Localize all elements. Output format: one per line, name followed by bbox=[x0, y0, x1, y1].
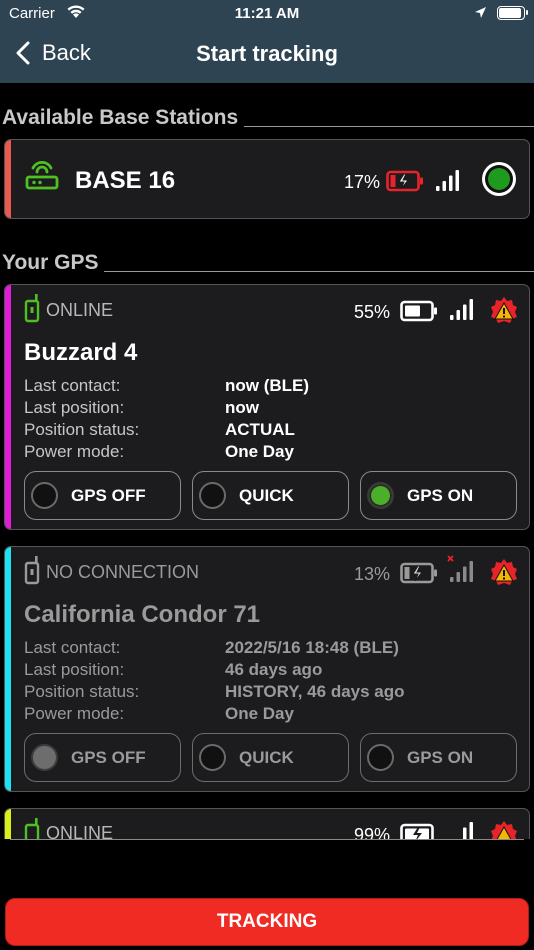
navigation-bar: Back Start tracking bbox=[0, 28, 534, 83]
section-header-your-gps: Your GPS bbox=[2, 251, 534, 275]
info-label: Last position: bbox=[24, 398, 125, 417]
gps-name: Buzzard 4 bbox=[24, 339, 138, 366]
info-label: Last contact: bbox=[24, 638, 121, 657]
info-row-last-position: Last position: now bbox=[24, 397, 504, 419]
gps-mode-buttons: GPS OFF QUICK GPS ON bbox=[24, 733, 517, 782]
battery-percent: 13% bbox=[354, 564, 391, 584]
info-label: Power mode: bbox=[24, 442, 125, 461]
signal-strength-icon bbox=[435, 168, 461, 197]
section-title: Available Base Stations bbox=[2, 106, 239, 129]
connection-status: NO CONNECTION bbox=[46, 562, 199, 582]
connection-status: ONLINE bbox=[46, 300, 114, 320]
radio-selected-icon bbox=[367, 482, 394, 509]
gps-card[interactable]: ONLINE 55% Buzzard 4 Last contact: now (B… bbox=[4, 284, 530, 530]
signal-no-connection-icon bbox=[446, 554, 476, 589]
card-stripe bbox=[5, 285, 11, 529]
list-bottom-divider bbox=[10, 839, 524, 840]
gps-off-button[interactable]: GPS OFF bbox=[24, 733, 181, 782]
button-label: GPS OFF bbox=[71, 485, 146, 505]
radio-icon bbox=[199, 482, 226, 509]
info-label: Position status: bbox=[24, 420, 140, 439]
gps-tag-online-icon bbox=[23, 293, 41, 328]
info-row-last-contact: Last contact: 2022/5/16 18:48 (BLE) bbox=[24, 637, 504, 659]
top-bar: Carrier 11:21 AM Back Start tracking bbox=[0, 0, 534, 83]
quick-button[interactable]: QUICK bbox=[192, 733, 349, 782]
quick-button[interactable]: QUICK bbox=[192, 471, 349, 520]
button-label: GPS ON bbox=[407, 485, 474, 505]
info-value: One Day bbox=[225, 704, 294, 723]
info-label: Last position: bbox=[24, 660, 125, 679]
radio-icon bbox=[31, 482, 58, 509]
gps-info-list: Last contact: now (BLE) Last position: now… bbox=[24, 375, 504, 463]
info-row-last-contact: Last contact: now (BLE) bbox=[24, 375, 504, 397]
divider bbox=[244, 126, 534, 127]
gps-tag-online-icon bbox=[23, 817, 41, 839]
status-indicator-icon bbox=[481, 161, 517, 202]
info-label: Position status: bbox=[24, 682, 140, 701]
card-stripe bbox=[5, 140, 11, 218]
info-row-last-position: Last position: 46 days ago bbox=[24, 659, 504, 681]
signal-strength-icon bbox=[449, 297, 475, 326]
radio-selected-icon bbox=[31, 744, 58, 771]
gps-on-button[interactable]: GPS ON bbox=[360, 471, 517, 520]
connection-status: ONLINE bbox=[46, 823, 114, 839]
info-row-position-status: Position status: HISTORY, 46 days ago bbox=[24, 681, 504, 703]
gps-on-button[interactable]: GPS ON bbox=[360, 733, 517, 782]
device-battery-icon bbox=[497, 6, 528, 20]
battery-half-icon bbox=[400, 300, 438, 327]
info-value: now (BLE) bbox=[225, 376, 310, 395]
battery-percent: 99% bbox=[354, 825, 391, 839]
base-station-card[interactable]: BASE 16 17% bbox=[4, 139, 530, 219]
alarm-warning-icon bbox=[489, 557, 519, 592]
button-label: GPS OFF bbox=[71, 747, 146, 767]
info-value: One Day bbox=[225, 442, 294, 461]
battery-charging-low-icon bbox=[386, 170, 424, 197]
info-row-power-mode: Power mode: One Day bbox=[24, 703, 504, 725]
gps-tag-offline-icon bbox=[23, 555, 41, 590]
base-station-name: BASE 16 bbox=[75, 167, 176, 194]
page-title: Start tracking bbox=[196, 41, 338, 66]
info-value: 46 days ago bbox=[225, 660, 323, 679]
clock: 11:21 AM bbox=[234, 5, 300, 22]
info-label: Power mode: bbox=[24, 704, 125, 723]
info-value: now bbox=[225, 398, 259, 417]
battery-charging-full-icon bbox=[400, 823, 438, 839]
battery-percent: 17% bbox=[344, 172, 381, 192]
gps-card[interactable]: NO CONNECTION 13% California Condor 71 L… bbox=[4, 546, 530, 792]
radio-icon bbox=[199, 744, 226, 771]
location-arrow-icon bbox=[474, 6, 487, 23]
status-bar: Carrier 11:21 AM bbox=[0, 0, 534, 28]
button-label: QUICK bbox=[239, 485, 294, 505]
battery-percent: 55% bbox=[354, 302, 391, 322]
info-row-position-status: Position status: ACTUAL bbox=[24, 419, 504, 441]
gps-off-button[interactable]: GPS OFF bbox=[24, 471, 181, 520]
tracking-button[interactable]: TRACKING bbox=[5, 898, 529, 946]
section-header-base-stations: Available Base Stations bbox=[2, 106, 534, 130]
info-label: Last contact: bbox=[24, 376, 121, 395]
info-row-power-mode: Power mode: One Day bbox=[24, 441, 504, 463]
info-value: 2022/5/16 18:48 (BLE) bbox=[225, 638, 399, 657]
alarm-warning-icon bbox=[489, 295, 519, 330]
gps-card-partial[interactable]: ONLINE 99% bbox=[4, 808, 530, 839]
card-stripe bbox=[5, 547, 11, 791]
radio-icon bbox=[367, 744, 394, 771]
info-value: HISTORY, 46 days ago bbox=[225, 682, 405, 701]
button-label: GPS ON bbox=[407, 747, 474, 767]
alarm-warning-icon bbox=[489, 819, 519, 839]
battery-charging-icon bbox=[400, 562, 438, 589]
divider bbox=[104, 271, 534, 272]
router-icon bbox=[24, 159, 60, 200]
gps-info-list: Last contact: 2022/5/16 18:48 (BLE) Last … bbox=[24, 637, 504, 725]
signal-strength-icon bbox=[449, 820, 475, 839]
card-stripe bbox=[5, 809, 11, 839]
gps-name: California Condor 71 bbox=[24, 601, 261, 628]
gps-mode-buttons: GPS OFF QUICK GPS ON bbox=[24, 471, 517, 520]
section-title: Your GPS bbox=[2, 251, 99, 274]
info-value: ACTUAL bbox=[225, 420, 295, 439]
button-label: QUICK bbox=[239, 747, 294, 767]
